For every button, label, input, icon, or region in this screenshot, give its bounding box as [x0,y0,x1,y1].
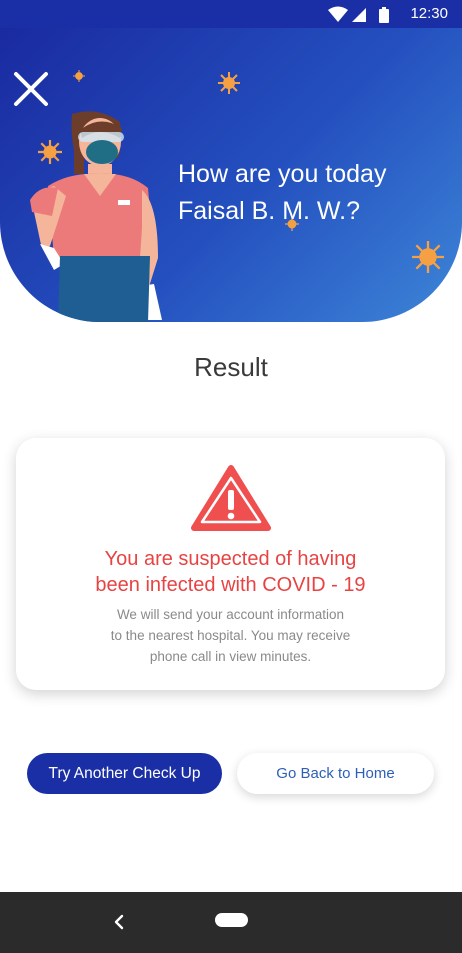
page-title: Result [194,352,268,382]
status-icons [328,6,389,23]
navigation-bar [0,892,462,953]
battery-icon [379,7,389,23]
info-message: We will send your account information to… [16,604,445,667]
nurse-illustration [30,111,162,322]
info-line: phone call in view minutes. [149,649,312,664]
warning-line: been infected with COVID - 19 [95,574,366,596]
close-icon[interactable] [10,68,52,110]
result-card: You are suspected of having been infecte… [16,438,445,690]
virus-icon [73,70,85,82]
signal-icon [352,8,366,22]
home-icon[interactable] [215,913,248,927]
back-icon[interactable] [108,909,130,935]
warning-icon [191,465,271,531]
greeting-line: How are you today [178,160,387,188]
warning-message: You are suspected of having been infecte… [16,546,445,598]
header-banner: How are you today Faisal B. M. W.? [0,28,462,322]
status-bar: 12:30 [0,0,462,28]
wifi-icon [328,6,348,22]
warning-line: You are suspected of having [104,548,357,570]
user-name: Faisal B. M. W.? [178,197,360,225]
status-time: 12:30 [410,5,448,22]
info-line: to the nearest hospital. You may receive [110,628,351,643]
go-back-home-button[interactable]: Go Back to Home [237,753,434,794]
virus-icon [412,241,444,273]
info-line: We will send your account information [116,607,345,622]
try-another-checkup-button[interactable]: Try Another Check Up [27,753,222,794]
greeting: How are you today Faisal B. M. W.? [178,156,386,230]
virus-icon [218,72,240,94]
